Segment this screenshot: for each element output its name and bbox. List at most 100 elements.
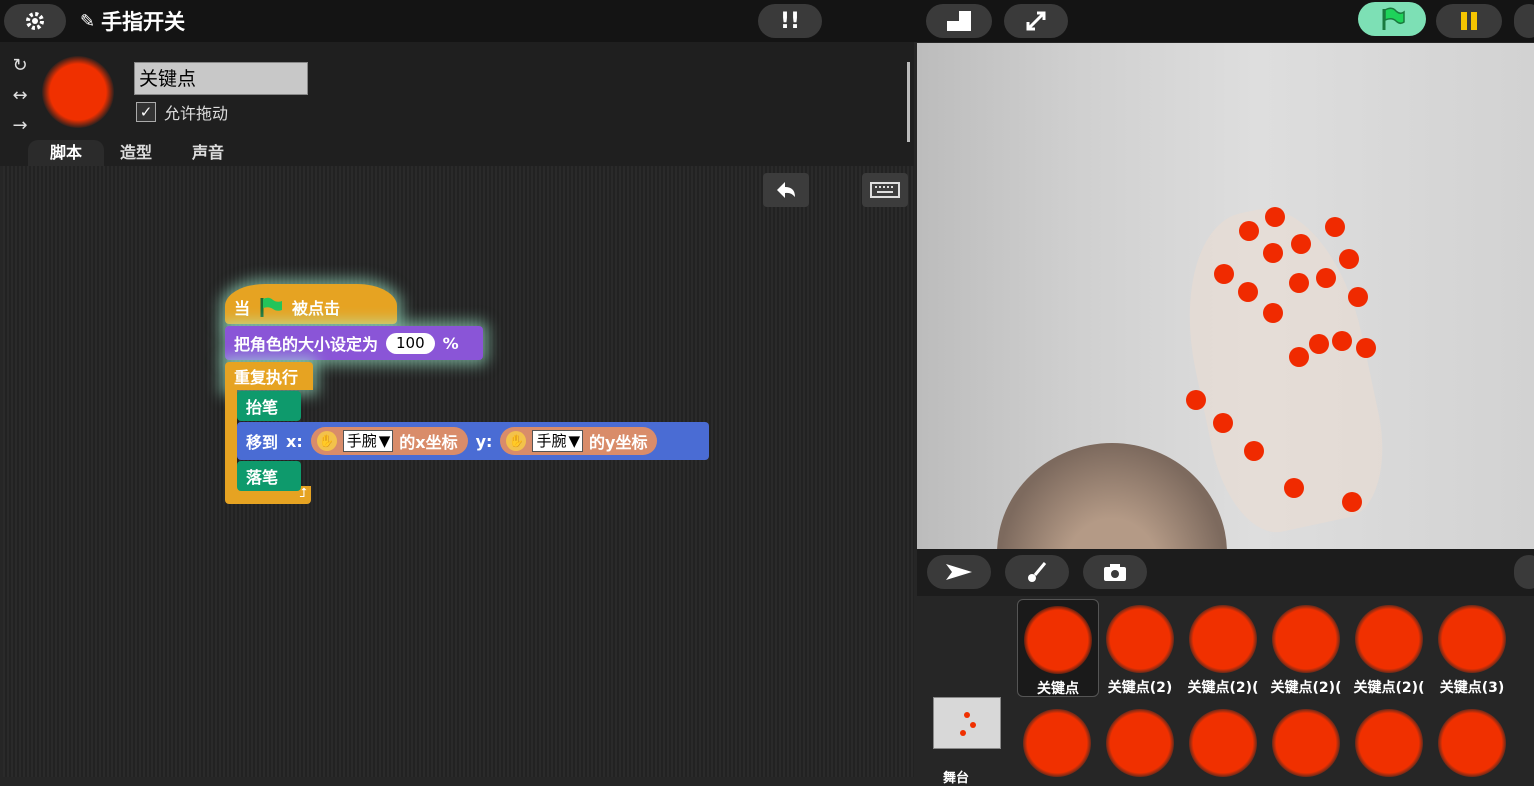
tab-sounds[interactable]: 声音 bbox=[170, 140, 246, 166]
y-coordinate-label: 的y坐标 bbox=[589, 433, 648, 452]
project-title-area[interactable]: ✎ 手指开关 bbox=[80, 6, 185, 36]
clicked-label: 被点击 bbox=[292, 299, 341, 318]
sprite-item[interactable] bbox=[1100, 703, 1180, 777]
sprite-item[interactable]: 关键点 bbox=[1017, 599, 1099, 697]
expand-icon[interactable] bbox=[1004, 4, 1068, 38]
hand-x-reporter[interactable]: ✋ 手腕 ▼ 的x坐标 bbox=[310, 427, 468, 455]
dont-rotate-icon[interactable]: → bbox=[8, 114, 32, 138]
stage-thumbnail[interactable] bbox=[933, 697, 1001, 749]
sprite-item[interactable]: 关键点(2) bbox=[1100, 599, 1180, 697]
footsteps-icon[interactable]: !! bbox=[758, 4, 822, 38]
dropdown-arrow-icon: ▼ bbox=[378, 432, 391, 450]
keypoint-dot bbox=[1213, 413, 1233, 433]
sprite-label: 关键点(2)( bbox=[1353, 680, 1425, 696]
tab-costumes[interactable]: 造型 bbox=[98, 140, 174, 166]
keypoint-dot bbox=[1348, 287, 1368, 307]
more-button[interactable] bbox=[1514, 4, 1534, 38]
keypoint-dot bbox=[1186, 390, 1206, 410]
dropdown-arrow-icon: ▼ bbox=[568, 432, 581, 450]
sprite-item[interactable] bbox=[1432, 703, 1512, 777]
keypoint-dot bbox=[1289, 273, 1309, 293]
pencil-icon: ✎ bbox=[80, 10, 96, 32]
sprite-corral: 舞台 关键点 关键点(2) 关键点(2)(关键点(2)(关键点(2)(关键点(3) bbox=[917, 597, 1534, 786]
camera-icon[interactable] bbox=[1083, 555, 1147, 589]
person-head-image bbox=[997, 443, 1227, 549]
goto-xy-block[interactable]: 移到 x: ✋ 手腕 ▼ 的x坐标 y: ✋ 手腕 ▼ 的y坐标 bbox=[237, 422, 709, 460]
green-flag-icon[interactable] bbox=[1358, 2, 1426, 36]
scrollbar[interactable] bbox=[907, 62, 910, 142]
sprite-thumbnail bbox=[1106, 605, 1174, 673]
pause-icon[interactable] bbox=[1436, 4, 1502, 38]
keypoint-dot bbox=[1284, 478, 1304, 498]
keypoint-dot bbox=[1263, 303, 1283, 323]
keypoint-dot bbox=[1265, 207, 1285, 227]
keypoint-dot bbox=[1239, 221, 1259, 241]
keypoint-dot bbox=[1291, 234, 1311, 254]
undo-icon[interactable] bbox=[763, 173, 809, 207]
sprite-thumbnail bbox=[42, 56, 114, 128]
keypoint-dot bbox=[1332, 331, 1352, 351]
panel-scroll-button[interactable] bbox=[1514, 555, 1534, 589]
sprite-thumbnail bbox=[1272, 709, 1340, 777]
sprite-label: 关键点(2)( bbox=[1187, 680, 1259, 696]
draggable-label: 允许拖动 bbox=[164, 104, 229, 123]
sprite-tools-bar bbox=[917, 549, 1534, 596]
stage[interactable] bbox=[917, 43, 1534, 549]
keypoint-dot bbox=[1244, 441, 1264, 461]
keypoint-dot bbox=[1356, 338, 1376, 358]
sprite-item[interactable]: 关键点(2)( bbox=[1183, 599, 1263, 697]
keypoint-dot bbox=[1309, 334, 1329, 354]
paintbrush-icon[interactable] bbox=[1005, 555, 1069, 589]
sprite-thumbnail bbox=[1023, 709, 1091, 777]
keypoint-dot bbox=[1263, 243, 1283, 263]
sprite-thumbnail bbox=[1189, 605, 1257, 673]
gear-icon[interactable] bbox=[4, 4, 66, 38]
rotate-all-around-icon[interactable]: ↻ bbox=[8, 54, 32, 78]
pen-up-block[interactable]: 抬笔 bbox=[237, 391, 301, 421]
sprite-label: 关键点(2)( bbox=[1270, 680, 1342, 696]
forever-label: 重复执行 bbox=[234, 368, 299, 387]
arrow-cursor-icon[interactable] bbox=[927, 555, 991, 589]
small-stage-icon[interactable] bbox=[926, 4, 992, 38]
sprite-thumbnail bbox=[1189, 709, 1257, 777]
top-toolbar: ✎ 手指开关 !! bbox=[0, 0, 1534, 42]
keypoint-dot bbox=[1342, 492, 1362, 512]
when-flag-clicked-block[interactable]: 当 被点击 bbox=[225, 284, 397, 324]
left-right-icon[interactable]: ↔ bbox=[8, 84, 32, 108]
sprite-item[interactable] bbox=[1017, 703, 1097, 777]
script-area[interactable]: 当 被点击 把角色的大小设定为 100 % 重复执行 ⮥ 抬笔 移到 x: ✋ … bbox=[3, 166, 914, 777]
dropdown-value: 手腕 bbox=[536, 432, 567, 450]
draggable-checkbox[interactable]: ✓ bbox=[136, 102, 156, 122]
sprite-item[interactable] bbox=[1266, 703, 1346, 777]
size-value-input[interactable]: 100 bbox=[386, 332, 435, 354]
green-flag-icon bbox=[258, 296, 284, 318]
keypoint-dot bbox=[1214, 264, 1234, 284]
x-coordinate-label: 的x坐标 bbox=[399, 433, 458, 452]
set-size-label: 把角色的大小设定为 bbox=[234, 335, 379, 354]
keypoint-y-dropdown[interactable]: 手腕 ▼ bbox=[532, 430, 584, 452]
dropdown-value: 手腕 bbox=[346, 432, 377, 450]
sprite-item[interactable] bbox=[1349, 703, 1429, 777]
pen-down-label: 落笔 bbox=[246, 468, 279, 487]
keypoint-dot bbox=[1238, 282, 1258, 302]
sprite-item[interactable]: 关键点(2)( bbox=[1349, 599, 1429, 697]
tab-scripts[interactable]: 脚本 bbox=[28, 140, 105, 166]
hand-y-reporter[interactable]: ✋ 手腕 ▼ 的y坐标 bbox=[500, 427, 658, 455]
sprite-name-field[interactable]: 关键点 bbox=[134, 62, 308, 95]
sprite-thumbnail bbox=[1024, 606, 1092, 674]
forever-arm bbox=[225, 390, 237, 486]
sprite-thumbnail bbox=[1355, 709, 1423, 777]
hand-icon: ✋ bbox=[506, 431, 527, 451]
sprite-item[interactable]: 关键点(2)( bbox=[1266, 599, 1346, 697]
set-size-block[interactable]: 把角色的大小设定为 100 % bbox=[225, 326, 483, 360]
keyboard-icon[interactable] bbox=[862, 173, 908, 207]
sprite-item[interactable] bbox=[1183, 703, 1263, 777]
pen-down-block[interactable]: 落笔 bbox=[237, 461, 301, 491]
sprite-thumbnail bbox=[1438, 605, 1506, 673]
keypoint-x-dropdown[interactable]: 手腕 ▼ bbox=[342, 430, 394, 452]
goto-label: 移到 bbox=[246, 433, 279, 452]
draggable-option[interactable]: ✓ 允许拖动 bbox=[136, 100, 228, 124]
sprite-thumbnail bbox=[1355, 605, 1423, 673]
sprite-item[interactable]: 关键点(3) bbox=[1432, 599, 1512, 697]
forever-block[interactable]: 重复执行 bbox=[225, 362, 313, 390]
